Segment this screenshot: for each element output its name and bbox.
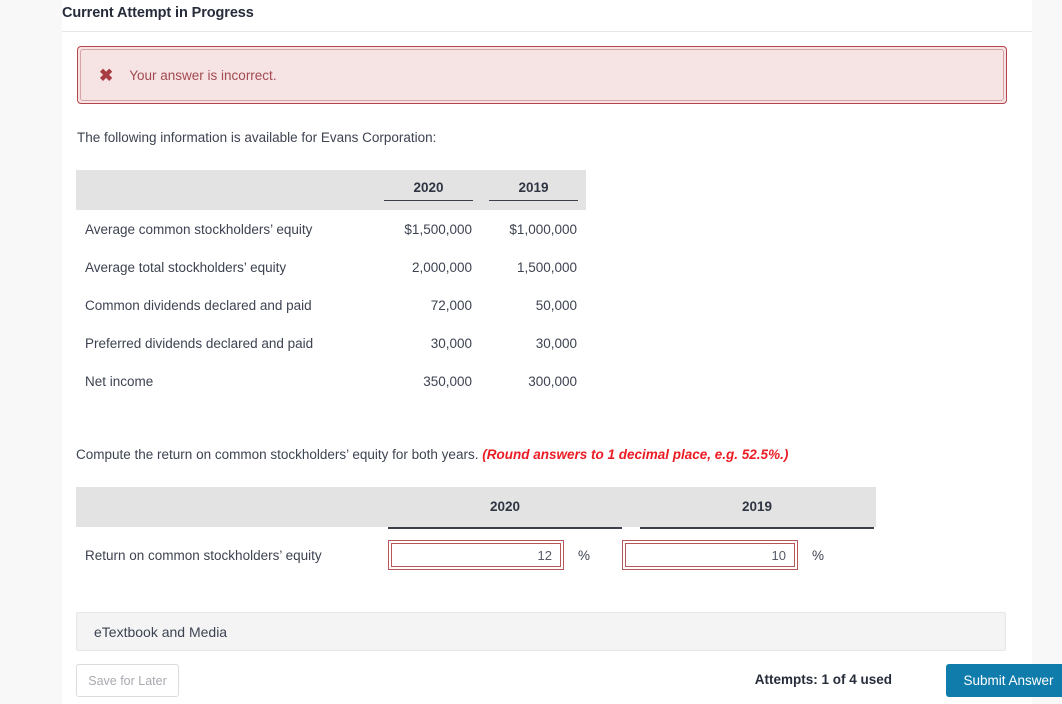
- row-label: Net income: [85, 373, 154, 389]
- title-divider: [62, 31, 1032, 32]
- compute-instruction: Compute the return on common stockholder…: [76, 447, 788, 462]
- etextbook-label: eTextbook and Media: [94, 623, 228, 640]
- answer-input-2020[interactable]: 12: [388, 540, 564, 570]
- row-label: Common dividends declared and paid: [85, 297, 312, 313]
- answer-cell-2020: 12 %: [388, 540, 622, 570]
- error-alert-inner: ✖ Your answer is incorrect.: [80, 49, 1004, 101]
- rounding-hint: (Round answers to 1 decimal place, e.g. …: [482, 447, 789, 462]
- underline-2020: [388, 527, 622, 529]
- page-title: Current Attempt in Progress: [62, 5, 254, 21]
- answer-row: Return on common stockholders’ equity 12…: [76, 529, 876, 581]
- row-value-2020: 30,000: [430, 335, 472, 351]
- answer-header-2020: 2020: [388, 487, 622, 527]
- row-value-2019: 300,000: [528, 373, 577, 389]
- table-header-row: 2020 2019: [76, 170, 586, 210]
- answer-header-gap: [622, 487, 640, 527]
- row-label: Average common stockholders’ equity: [85, 221, 313, 237]
- row-value-2020: $1,500,000: [404, 221, 472, 237]
- answer-header-2019-label: 2019: [741, 499, 773, 514]
- answer-table-header: 2020 2019: [76, 487, 876, 527]
- error-alert: ✖ Your answer is incorrect.: [77, 46, 1007, 104]
- row-label: Average total stockholders’ equity: [85, 259, 287, 275]
- question-card: Current Attempt in Progress ✖ Your answe…: [62, 0, 1062, 704]
- row-value-2019: 50,000: [535, 297, 577, 313]
- intro-text: The following information is available f…: [77, 130, 437, 145]
- financial-table-head: 2020 2019: [76, 170, 586, 210]
- answer-input-2019[interactable]: 10: [622, 540, 798, 570]
- compute-prompt: Compute the return on common stockholder…: [76, 447, 479, 462]
- answer-table: 2020 2019 Return on common stockholders’…: [76, 487, 876, 581]
- header-cell-2020: 2020: [376, 170, 481, 210]
- answer-row-label: Return on common stockholders’ equity: [85, 547, 322, 563]
- row-value-2019: $1,000,000: [509, 221, 577, 237]
- save-for-later-button[interactable]: Save for Later: [76, 664, 179, 697]
- answer-header-label: [76, 487, 388, 527]
- attempts-status: Attempts: 1 of 4 used: [754, 672, 892, 687]
- x-mark-icon: ✖: [99, 65, 114, 85]
- table-row: Preferred dividends declared and paid 30…: [76, 324, 586, 362]
- table-row: Average total stockholders’ equity 2,000…: [76, 248, 586, 286]
- answer-header-2019: 2019: [640, 487, 874, 527]
- row-label: Preferred dividends declared and paid: [85, 335, 314, 351]
- etextbook-and-media-bar[interactable]: eTextbook and Media: [76, 612, 1006, 651]
- row-value-2020: 2,000,000: [411, 259, 472, 275]
- answer-input-2020-value[interactable]: 12: [391, 543, 561, 567]
- table-row: Average common stockholders’ equity $1,5…: [76, 210, 586, 248]
- header-cell-label: [76, 170, 376, 210]
- header-2020-label: 2020: [384, 180, 473, 201]
- answer-input-2019-value[interactable]: 10: [625, 543, 795, 567]
- percent-symbol-2019: %: [812, 547, 825, 563]
- financial-table-body: Average common stockholders’ equity $1,5…: [76, 210, 586, 400]
- answer-header-2020-label: 2020: [489, 499, 521, 514]
- row-value-2020: 350,000: [423, 373, 472, 389]
- row-value-2020: 72,000: [430, 297, 472, 313]
- answer-cell-2019: 10 %: [622, 540, 856, 570]
- financial-data-table: 2020 2019 Average common stockholders’ e…: [76, 170, 586, 400]
- underline-gap: [622, 527, 640, 529]
- header-cell-2019: 2019: [481, 170, 586, 210]
- table-row: Common dividends declared and paid 72,00…: [76, 286, 586, 324]
- underline-2019: [640, 527, 874, 529]
- row-value-2019: 1,500,000: [516, 259, 577, 275]
- header-2019-label: 2019: [489, 180, 578, 201]
- row-value-2019: 30,000: [535, 335, 577, 351]
- page-root: Current Attempt in Progress ✖ Your answe…: [0, 0, 1062, 704]
- submit-answer-button[interactable]: Submit Answer: [946, 664, 1062, 697]
- underline-spacer: [76, 527, 388, 529]
- percent-symbol-2020: %: [578, 547, 591, 563]
- error-alert-message: Your answer is incorrect.: [129, 67, 277, 83]
- table-row: Net income 350,000 300,000: [76, 362, 586, 400]
